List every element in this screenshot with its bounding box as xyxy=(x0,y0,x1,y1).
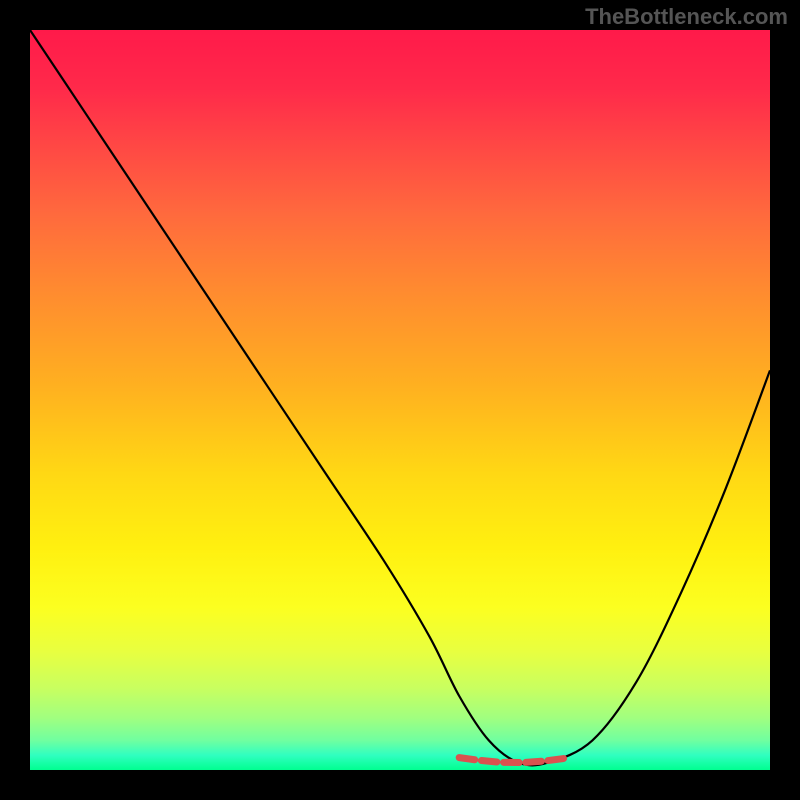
plot-area xyxy=(30,30,770,770)
chart-svg xyxy=(30,30,770,770)
watermark-text: TheBottleneck.com xyxy=(585,4,788,30)
curve-line xyxy=(30,30,770,765)
